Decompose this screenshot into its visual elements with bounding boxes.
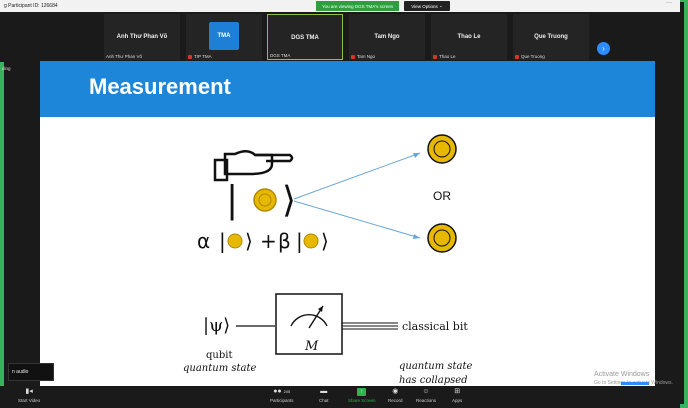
meeting-toolbar: ▮◂ Start Video ●● 205 Participants ▬ Chat ↑… bbox=[0, 386, 680, 408]
quantum-state-label: quantum state bbox=[183, 363, 256, 374]
beta-symbol: β bbox=[278, 229, 291, 253]
slide-title: Measurement bbox=[89, 74, 231, 99]
coin-heads-icon bbox=[427, 223, 457, 253]
ket-close-2: ⟩ bbox=[245, 229, 253, 253]
shared-slide: Measurement | ⟩ OR α | ⟩ + β | ⟩ |ψ⟩ M c… bbox=[40, 61, 655, 386]
muted-mic-icon bbox=[433, 54, 437, 59]
coin-tails-icon bbox=[427, 134, 457, 164]
viewing-banner: You are viewing DGS TMA's screen bbox=[316, 1, 400, 11]
participant-name: Anh Thư Phan Võ bbox=[116, 34, 168, 40]
slide-diagram: | ⟩ OR α | ⟩ + β | ⟩ |ψ⟩ M classical bit… bbox=[183, 134, 472, 386]
apps-icon: ⊞ bbox=[454, 388, 461, 395]
collapsed-label-2: has collapsed bbox=[399, 375, 468, 386]
ket-open-2: | bbox=[219, 229, 226, 253]
reactions-icon: ☺ bbox=[422, 388, 430, 395]
participant-name: Thao Le bbox=[457, 34, 481, 40]
ket-open: | bbox=[226, 180, 238, 221]
coin-icon bbox=[253, 188, 277, 212]
ket-open-3: | bbox=[296, 229, 303, 253]
watermark-line-1: Activate Windows bbox=[594, 371, 650, 378]
participant-name: DGS TMA bbox=[291, 35, 319, 41]
activation-watermark: Activate Windows Go to Settings to activ… bbox=[594, 370, 673, 388]
classical-bit-label: classical bit bbox=[402, 320, 468, 333]
meter-label: M bbox=[304, 339, 319, 354]
participant-label: Tam Ngo bbox=[351, 54, 375, 59]
muted-mic-icon bbox=[515, 54, 519, 59]
share-screen-button[interactable]: ↑ Share Screen bbox=[348, 388, 376, 403]
participants-icon: ●● 205 bbox=[273, 388, 291, 395]
selection-highlight bbox=[621, 382, 649, 385]
join-audio-button[interactable]: n audio bbox=[8, 363, 54, 381]
video-off-icon: ▮◂ bbox=[25, 388, 33, 395]
recording-label: ding bbox=[2, 66, 11, 71]
participant-label: DGS TMA bbox=[270, 53, 291, 58]
ket-close-3: ⟩ bbox=[321, 229, 329, 253]
qubit-label: qubit bbox=[206, 350, 232, 361]
chat-button[interactable]: ▬ Chat bbox=[319, 388, 329, 403]
arrow-down bbox=[293, 200, 421, 239]
participant-tile-active[interactable]: DGS TMA DGS TMA bbox=[267, 14, 343, 60]
participant-name: Que Truong bbox=[534, 34, 568, 40]
participant-strip: Anh Thư Phan Võ Anh Thư Phan Võ TMA TIP … bbox=[0, 12, 680, 62]
participant-label: TIP TMA bbox=[188, 54, 212, 59]
arrow-up bbox=[293, 152, 421, 200]
participant-tile[interactable]: Anh Thư Phan Võ Anh Thư Phan Võ bbox=[104, 14, 180, 60]
plus-symbol: + bbox=[260, 229, 277, 253]
ket-close: ⟩ bbox=[282, 180, 296, 221]
meeting-id: g Participant ID: 126684 bbox=[4, 3, 58, 9]
participant-name: Tam Ngo bbox=[374, 34, 400, 40]
view-options-label: View Options bbox=[411, 3, 438, 9]
participant-label: Anh Thư Phan Võ bbox=[106, 54, 142, 59]
participants-button[interactable]: ●● 205 Participants bbox=[270, 388, 294, 403]
title-bar: g Participant ID: 126684 You are viewing… bbox=[0, 0, 680, 12]
ellipsis-icon[interactable]: ··· bbox=[666, 0, 672, 6]
view-options-button[interactable]: View Options ⌄ bbox=[404, 1, 450, 11]
participant-tile[interactable]: Tam Ngo Tam Ngo bbox=[349, 14, 425, 60]
participant-tile[interactable]: Thao Le Thao Le bbox=[431, 14, 507, 60]
next-page-button[interactable]: › bbox=[597, 42, 610, 55]
psi-ket: |ψ⟩ bbox=[203, 315, 230, 336]
or-label: OR bbox=[433, 189, 451, 203]
muted-mic-icon bbox=[188, 54, 192, 59]
apps-button[interactable]: ⊞ Apps bbox=[452, 388, 462, 403]
start-video-button[interactable]: ▮◂ Start Video bbox=[18, 388, 40, 403]
participant-tile[interactable]: Que Truong Que Truong bbox=[513, 14, 589, 60]
collapsed-label-1: quantum state bbox=[399, 361, 472, 372]
alpha-symbol: α bbox=[197, 229, 210, 253]
coin-small-icon bbox=[227, 233, 243, 249]
participant-tile[interactable]: TMA TIP TMA bbox=[186, 14, 262, 60]
participant-label: Que Truong bbox=[515, 54, 545, 59]
record-button[interactable]: ◉ Record bbox=[388, 388, 403, 403]
tma-logo: TMA bbox=[209, 22, 239, 50]
muted-mic-icon bbox=[351, 54, 355, 59]
participant-label: Thao Le bbox=[433, 54, 456, 59]
hand-icon bbox=[213, 150, 294, 182]
coin-small-icon-2 bbox=[303, 233, 319, 249]
chat-icon: ▬ bbox=[320, 388, 328, 395]
record-icon: ◉ bbox=[392, 388, 399, 395]
reactions-button[interactable]: ☺ Reactions bbox=[416, 388, 436, 403]
share-screen-icon: ↑ bbox=[357, 388, 367, 396]
